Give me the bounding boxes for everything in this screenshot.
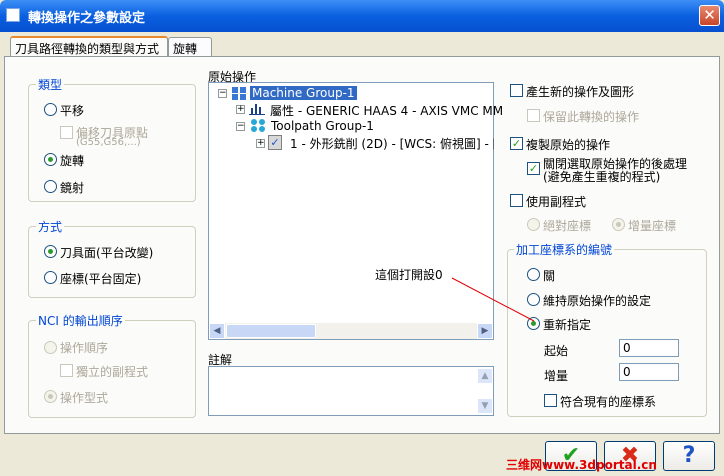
increment-label: 增量 [544,369,569,383]
toolpath-group-icon [251,119,265,132]
radio-translate[interactable] [44,103,57,116]
operation-icon: ✓ [268,135,282,150]
properties-icon [249,104,265,115]
match-existing-label: 符合現有的座標系 [560,395,657,409]
machine-group-icon [232,87,246,100]
increment-input[interactable]: 0 [619,363,679,381]
type-group-title: 類型 [36,76,65,93]
copy-original-label: 複製原始的操作 [526,138,611,152]
use-subprogram-checkbox[interactable] [510,194,523,207]
help-button[interactable]: ? [663,441,715,471]
radio-wcs-keep-label: 維持原始操作的設定 [543,294,652,308]
use-subprogram-label: 使用副程式 [526,195,587,209]
start-input[interactable]: 0 [619,339,679,357]
watermark: 三维网www.3dportal.cn [506,458,657,472]
tree-properties[interactable]: 屬性 - GENERIC HAAS 4 - AXIS VMC MM [270,102,503,119]
close-button[interactable]: ✕ [699,5,720,26]
method-group [28,226,196,298]
radio-coordinates[interactable] [44,271,57,284]
match-existing-checkbox[interactable] [544,394,557,407]
tree-expand-properties[interactable]: + [236,105,245,114]
radio-mirror[interactable] [44,180,57,193]
radio-absolute-label: 絕對座標 [543,219,592,233]
offset-tool-origin-checkbox[interactable] [60,126,73,139]
create-new-ops-label: 產生新的操作及圖形 [526,85,635,99]
create-new-ops-checkbox[interactable] [510,84,523,97]
title-bar: 轉換操作之參數設定 ✕ [0,0,724,32]
radio-coordinates-label: 座標(平台固定) [60,272,142,286]
disable-post-checkbox[interactable]: ✓ [527,162,540,175]
window-icon [6,8,20,22]
radio-rotate-label: 旋轉 [60,154,85,168]
tree-operation[interactable]: 1 - 外形銑削 (2D) - [WCS: 俯視圖] - [刀具 [290,135,494,152]
tree-collapse-toolpath[interactable]: − [236,122,245,131]
offset-tool-origin-sublabel: (G55,G56,...) [76,137,141,148]
radio-incremental-label: 增量座標 [628,219,677,233]
independent-subprogram-label: 獨立的副程式 [76,365,149,379]
disable-post-sublabel: (避免產生重複的程式) [543,170,661,184]
method-group-title: 方式 [36,218,65,235]
keep-transform-label: 保留此轉換的操作 [543,110,640,124]
annotation-arrow [451,277,535,322]
radio-operation-type-label: 操作型式 [60,391,109,405]
radio-tool-plane[interactable] [44,245,57,258]
comments-scroll-down[interactable]: ▼ [477,398,493,414]
start-label: 起始 [544,344,569,358]
radio-operation-order[interactable] [44,341,57,354]
annotation-text: 這個打開設0 [375,268,443,282]
tab-rotation[interactable]: 旋轉 [168,37,212,57]
wcs-group-title: 加工座標系的編號 [514,241,615,258]
tab-conversion-type[interactable]: 刀具路徑轉換的類型與方式 [10,36,168,58]
radio-tool-plane-label: 刀具面(平台改變) [60,246,154,260]
nci-order-group-title: NCI 的輸出順序 [36,312,125,329]
comments-scroll-up[interactable]: ▲ [477,368,493,384]
radio-incremental[interactable] [612,218,625,231]
tree-expand-operation[interactable]: + [256,139,265,148]
tree-toolpath-group[interactable]: Toolpath Group-1 [271,119,374,133]
radio-mirror-label: 鏡射 [60,181,85,195]
keep-transform-checkbox[interactable] [527,109,540,122]
comments-textarea[interactable] [208,366,494,416]
radio-absolute[interactable] [527,218,540,231]
radio-translate-label: 平移 [60,104,85,118]
window-title: 轉換操作之參數設定 [28,11,146,26]
radio-rotate[interactable] [44,153,57,166]
radio-wcs-reassign-label: 重新指定 [543,318,592,332]
tree-machine-group[interactable]: Machine Group-1 [250,86,357,100]
tree-collapse-machine[interactable]: − [218,89,227,98]
tree-hscroll-thumb[interactable] [226,324,316,338]
scroll-left-button[interactable]: ◀ [209,323,225,339]
radio-operation-type[interactable] [44,390,57,403]
radio-wcs-off-label: 關 [543,269,556,283]
independent-subprogram-checkbox[interactable] [60,364,73,377]
radio-operation-order-label: 操作順序 [60,341,109,355]
copy-original-checkbox[interactable]: ✓ [510,137,523,150]
